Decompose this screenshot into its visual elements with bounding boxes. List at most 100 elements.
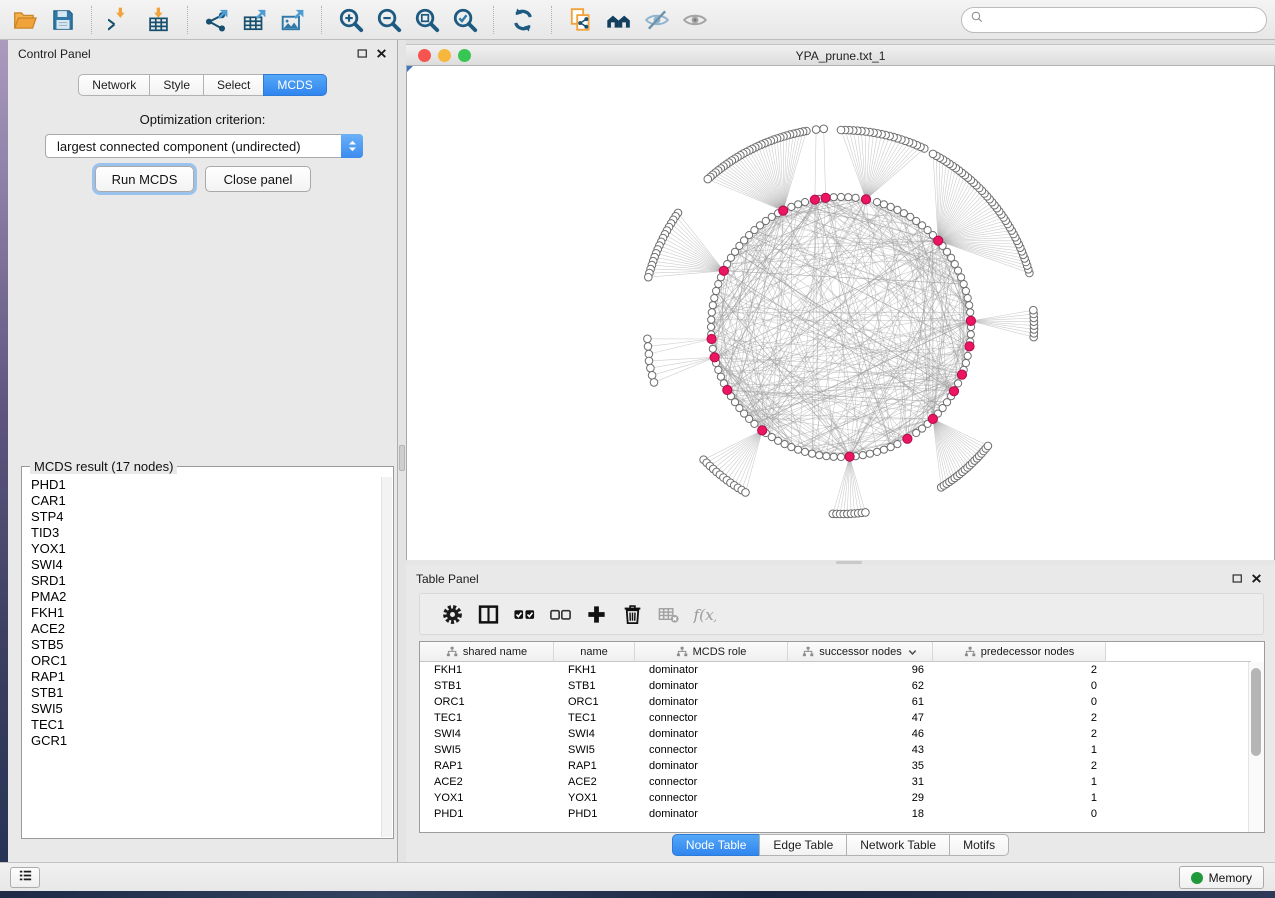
tab-select[interactable]: Select: [203, 74, 264, 96]
zoom-out-button[interactable]: [370, 3, 408, 37]
dominator-node[interactable]: [957, 370, 966, 379]
refresh-button[interactable]: [504, 3, 542, 37]
export-network-button[interactable]: [198, 3, 236, 37]
tab-node-table[interactable]: Node Table: [672, 834, 761, 856]
delete-column-button[interactable]: [614, 598, 650, 630]
ring-node[interactable]: [964, 295, 971, 302]
leaf-node[interactable]: [645, 273, 653, 281]
mcds-result-item[interactable]: PHD1: [23, 477, 382, 493]
select-all-columns-button[interactable]: [506, 598, 542, 630]
column-header-successor-nodes[interactable]: successor nodes: [788, 642, 933, 662]
table-row-SWI5[interactable]: SWI5SWI5connector431: [420, 742, 1264, 758]
zoom-fit-button[interactable]: [408, 3, 446, 37]
mcds-result-item[interactable]: CAR1: [23, 493, 382, 509]
clone-network-button[interactable]: [562, 3, 600, 37]
dominator-node[interactable]: [779, 206, 788, 215]
table-row-ACE2[interactable]: ACE2ACE2connector311: [420, 774, 1264, 790]
mcds-result-item[interactable]: SWI4: [23, 557, 382, 573]
close-panel-button[interactable]: Close panel: [205, 166, 311, 192]
splitter-grip[interactable]: [399, 445, 405, 471]
dominator-node[interactable]: [707, 334, 716, 343]
ring-node[interactable]: [880, 201, 887, 208]
ring-node[interactable]: [830, 453, 837, 460]
ring-node[interactable]: [708, 309, 715, 316]
criterion-dropdown[interactable]: largest connected component (undirected): [45, 134, 363, 158]
ring-node[interactable]: [837, 193, 844, 200]
leaf-node[interactable]: [645, 357, 653, 365]
mcds-result-item[interactable]: FKH1: [23, 605, 382, 621]
ring-node[interactable]: [964, 352, 971, 359]
leaf-node[interactable]: [820, 125, 828, 133]
zoom-selected-button[interactable]: [446, 3, 484, 37]
ring-node[interactable]: [816, 452, 823, 459]
ring-node[interactable]: [751, 420, 758, 427]
network-graph[interactable]: [407, 66, 1274, 560]
mcds-result-scrollbar[interactable]: [381, 477, 392, 837]
dominator-node[interactable]: [845, 452, 854, 461]
table-scrollbar[interactable]: [1248, 662, 1264, 832]
tab-motifs[interactable]: Motifs: [949, 834, 1009, 856]
table-row-PHD1[interactable]: PHD1PHD1dominator180: [420, 806, 1264, 822]
ring-node[interactable]: [852, 194, 859, 201]
column-header-name[interactable]: name: [554, 642, 635, 662]
mcds-result-item[interactable]: ACE2: [23, 621, 382, 637]
tab-network[interactable]: Network: [78, 74, 150, 96]
mcds-result-item[interactable]: PMA2: [23, 589, 382, 605]
mcds-result-list[interactable]: PHD1CAR1STP4TID3YOX1SWI4SRD1PMA2FKH1ACE2…: [23, 477, 382, 837]
import-network-button[interactable]: [102, 3, 140, 37]
mcds-result-item[interactable]: GCR1: [23, 733, 382, 749]
ring-node[interactable]: [873, 448, 880, 455]
task-history-button[interactable]: [10, 867, 40, 888]
close-panel-icon[interactable]: [1250, 572, 1263, 585]
ring-node[interactable]: [801, 199, 808, 206]
network-window-titlebar[interactable]: YPA_prune.txt_1: [406, 44, 1275, 66]
ring-node[interactable]: [955, 380, 962, 387]
zoom-in-button[interactable]: [332, 3, 370, 37]
dominator-node[interactable]: [928, 414, 937, 423]
leaf-node[interactable]: [648, 372, 656, 380]
ring-node[interactable]: [859, 452, 866, 459]
table-settings-button[interactable]: [434, 598, 470, 630]
ring-node[interactable]: [967, 331, 974, 338]
function-builder-button[interactable]: f(x): [686, 598, 722, 630]
ring-node[interactable]: [960, 281, 967, 288]
ring-node[interactable]: [830, 194, 837, 201]
table-row-FKH1[interactable]: FKH1FKH1dominator962: [420, 662, 1264, 678]
float-panel-icon[interactable]: [1231, 572, 1244, 585]
ring-node[interactable]: [845, 194, 852, 201]
ring-node[interactable]: [713, 287, 720, 294]
search-input[interactable]: [985, 10, 1266, 30]
delete-table-button[interactable]: [650, 598, 686, 630]
mcds-result-item[interactable]: RAP1: [23, 669, 382, 685]
ring-node[interactable]: [795, 446, 802, 453]
export-image-button[interactable]: [274, 3, 312, 37]
ring-node[interactable]: [711, 295, 718, 302]
mcds-result-item[interactable]: STB1: [23, 685, 382, 701]
ring-node[interactable]: [708, 316, 715, 323]
export-table-button[interactable]: [236, 3, 274, 37]
dominator-node[interactable]: [934, 236, 943, 245]
ring-node[interactable]: [709, 302, 716, 309]
ring-node[interactable]: [715, 366, 722, 373]
ring-node[interactable]: [781, 441, 788, 448]
dominator-node[interactable]: [861, 195, 870, 204]
import-table-button[interactable]: [140, 3, 178, 37]
ring-node[interactable]: [788, 203, 795, 210]
float-panel-icon[interactable]: [356, 47, 369, 60]
scrollbar-thumb[interactable]: [1251, 668, 1261, 756]
run-mcds-button[interactable]: Run MCDS: [95, 166, 194, 192]
ring-node[interactable]: [880, 446, 887, 453]
mcds-result-item[interactable]: SWI5: [23, 701, 382, 717]
column-header-shared-name[interactable]: shared name: [420, 642, 554, 662]
leaf-node[interactable]: [837, 126, 845, 134]
open-file-button[interactable]: [6, 3, 44, 37]
table-row-STB1[interactable]: STB1STB1dominator620: [420, 678, 1264, 694]
ring-node[interactable]: [809, 450, 816, 457]
tab-network-table[interactable]: Network Table: [846, 834, 950, 856]
show-all-button[interactable]: [676, 3, 714, 37]
ring-node[interactable]: [801, 448, 808, 455]
ring-node[interactable]: [873, 199, 880, 206]
memory-button[interactable]: Memory: [1179, 866, 1264, 889]
ring-node[interactable]: [866, 450, 873, 457]
ring-node[interactable]: [709, 345, 716, 352]
